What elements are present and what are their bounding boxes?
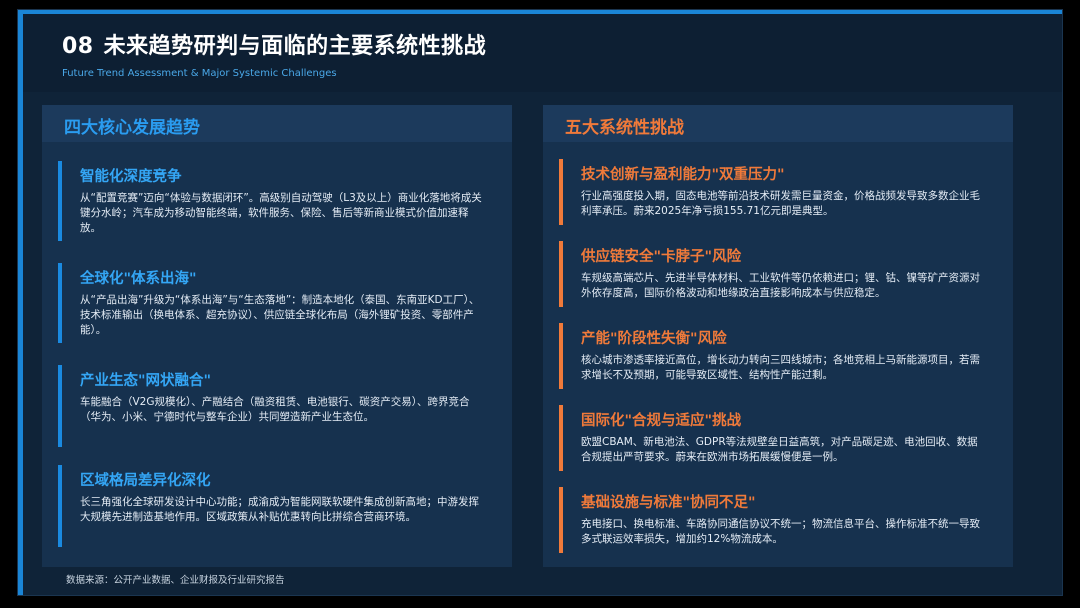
trend-item: 产业生态"网状融合" 车能融合（V2G规模化）、产融结合（融资租赁、电池银行、碳…: [58, 365, 498, 447]
trends-panel-header: 四大核心发展趋势: [42, 105, 512, 142]
page-subtitle: Future Trend Assessment & Major Systemic…: [62, 68, 337, 79]
challenge-item-title: 国际化"合规与适应"挑战: [581, 413, 742, 429]
trend-item: 全球化"体系出海" 从“产品出海”升级为“体系出海”与“生态落地”：制造本地化（…: [58, 263, 498, 343]
challenge-item-desc: 核心城市渗透率接近高位，增长动力转向三四线城市；各地竞相上马新能源项目，若需求增…: [581, 354, 980, 381]
challenge-item-desc: 车规级高端芯片、先进半导体材料、工业软件等仍依赖进口；锂、钴、镍等矿产资源对外依…: [581, 272, 980, 299]
challenge-item-bar: [559, 487, 563, 553]
challenge-item-desc: 充电接口、换电标准、车路协同通信协议不统一；物流信息平台、操作标准不统一导致多式…: [581, 518, 980, 545]
challenge-item-title: 技术创新与盈利能力"双重压力": [581, 167, 785, 183]
data-source-note: 数据来源：公开产业数据、企业财报及行业研究报告: [66, 575, 285, 586]
trend-item-title: 智能化深度竞争: [80, 169, 182, 185]
challenge-item-bar: [559, 159, 563, 225]
slide: 08 未来趋势研判与面临的主要系统性挑战 Future Trend Assessm…: [17, 9, 1063, 596]
challenge-item: 基础设施与标准"协同不足" 充电接口、换电标准、车路协同通信协议不统一；物流信息…: [559, 487, 999, 553]
challenge-item: 供应链安全"卡脖子"风险 车规级高端芯片、先进半导体材料、工业软件等仍依赖进口；…: [559, 241, 999, 307]
trend-item-bar: [58, 161, 62, 241]
challenges-panel: 五大系统性挑战 技术创新与盈利能力"双重压力" 行业高强度投入期，固态电池等前沿…: [543, 105, 1013, 567]
page-title: 08 未来趋势研判与面临的主要系统性挑战: [62, 28, 486, 60]
trend-item-desc: 从“配置竞赛”迈向“体验与数据闭环”。高级别自动驾驶（L3及以上）商业化落地将成…: [80, 192, 482, 234]
trend-item: 区域格局差异化深化 长三角强化全球研发设计中心功能；成渝成为智能网联软硬件集成创…: [58, 465, 498, 547]
challenge-item-title: 基础设施与标准"协同不足": [581, 495, 756, 511]
trend-item-desc: 车能融合（V2G规模化）、产融结合（融资租赁、电池银行、碳资产交易）、跨界竞合（…: [80, 396, 470, 423]
trend-item-bar: [58, 365, 62, 447]
challenge-item-bar: [559, 323, 563, 389]
section-number: 08: [62, 34, 94, 59]
challenges-panel-header: 五大系统性挑战: [543, 105, 1013, 142]
challenge-item: 产能"阶段性失衡"风险 核心城市渗透率接近高位，增长动力转向三四线城市；各地竞相…: [559, 323, 999, 389]
title-text: 未来趋势研判与面临的主要系统性挑战: [103, 34, 487, 59]
challenges-panel-title: 五大系统性挑战: [565, 118, 684, 138]
trend-item: 智能化深度竞争 从“配置竞赛”迈向“体验与数据闭环”。高级别自动驾驶（L3及以上…: [58, 161, 498, 241]
trend-item-title: 全球化"体系出海": [80, 271, 197, 287]
trend-item-desc: 从“产品出海”升级为“体系出海”与“生态落地”：制造本地化（泰国、东南亚KD工厂…: [80, 294, 480, 336]
trend-item-bar: [58, 465, 62, 547]
challenge-item-desc: 行业高强度投入期，固态电池等前沿技术研发需巨量资金，价格战频发导致多数企业毛利率…: [581, 190, 980, 217]
trends-panel: 四大核心发展趋势 智能化深度竞争 从“配置竞赛”迈向“体验与数据闭环”。高级别自…: [42, 105, 512, 567]
trends-panel-title: 四大核心发展趋势: [64, 118, 200, 138]
challenge-item: 技术创新与盈利能力"双重压力" 行业高强度投入期，固态电池等前沿技术研发需巨量资…: [559, 159, 999, 225]
challenge-item-bar: [559, 241, 563, 307]
challenge-item-desc: 欧盟CBAM、新电池法、GDPR等法规壁垒日益高筑，对产品碳足迹、电池回收、数据…: [581, 436, 978, 463]
trend-item-bar: [58, 263, 62, 343]
trend-item-title: 产业生态"网状融合": [80, 373, 212, 389]
left-accent-bar: [18, 10, 23, 595]
header: 08 未来趋势研判与面临的主要系统性挑战 Future Trend Assessm…: [23, 14, 1062, 92]
trend-item-desc: 长三角强化全球研发设计中心功能；成渝成为智能网联软硬件集成创新高地；中游发挥大规…: [80, 496, 479, 523]
challenge-item-title: 供应链安全"卡脖子"风险: [581, 249, 742, 265]
challenge-item-title: 产能"阶段性失衡"风险: [581, 331, 727, 347]
trend-item-title: 区域格局差异化深化: [80, 473, 211, 489]
challenge-item: 国际化"合规与适应"挑战 欧盟CBAM、新电池法、GDPR等法规壁垒日益高筑，对…: [559, 405, 999, 471]
challenge-item-bar: [559, 405, 563, 471]
